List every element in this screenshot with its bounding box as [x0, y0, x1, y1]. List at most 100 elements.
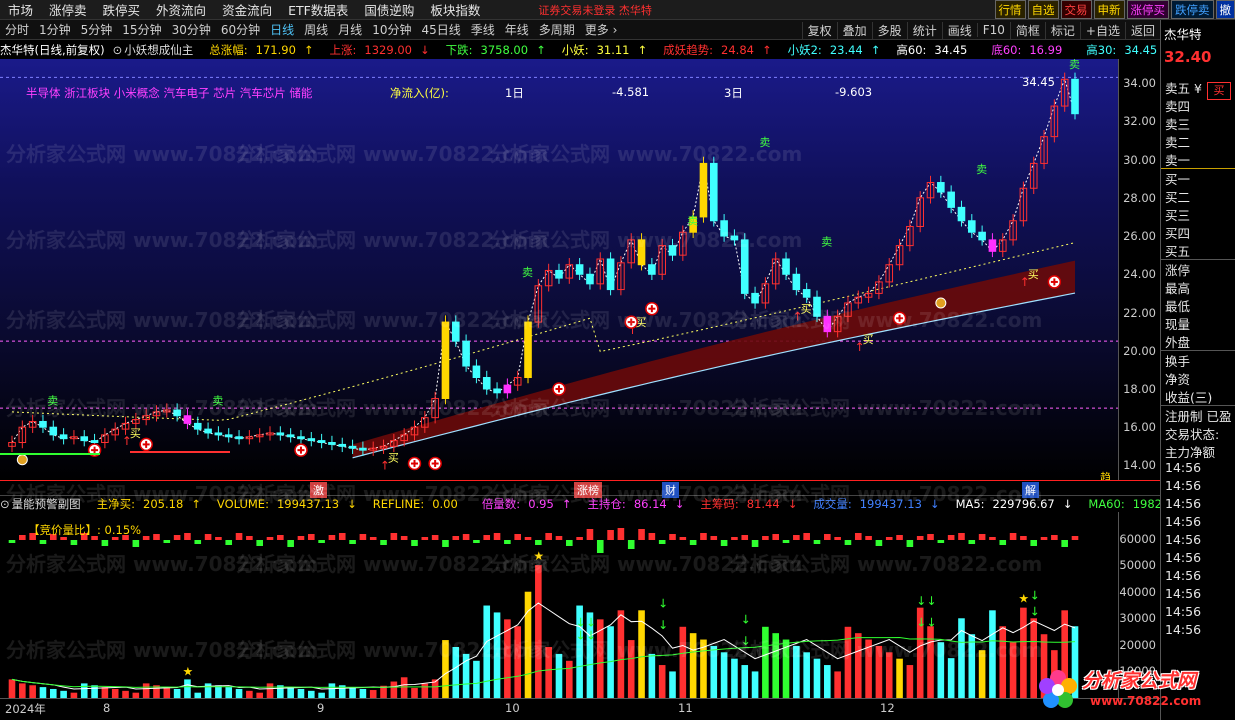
volume-bar — [906, 665, 914, 698]
auction-bar — [215, 537, 222, 540]
period-tab-8[interactable]: 月线 — [333, 21, 367, 38]
auction-bar — [462, 534, 470, 540]
chart-tool-8[interactable]: +自选 — [1079, 21, 1125, 39]
period-tab-1[interactable]: 1分钟 — [34, 21, 76, 38]
volume-bar — [658, 665, 666, 698]
candle — [441, 321, 450, 400]
period-tab-12[interactable]: 年线 — [500, 21, 534, 38]
menu-item-7[interactable]: 板块指数 — [422, 0, 488, 19]
auction-bar — [813, 540, 821, 544]
period-tab-11[interactable]: 季线 — [466, 21, 500, 38]
plus-circle-icon — [1047, 275, 1062, 289]
top-button-6[interactable]: 撤 — [1215, 0, 1235, 19]
sub-field-value: 81.44 — [746, 497, 780, 511]
main-net-row[interactable]: 主力净额 — [1161, 442, 1235, 460]
chart-tool-0[interactable]: 复权 — [801, 21, 837, 39]
candle — [286, 434, 295, 438]
main-kline-chart[interactable]: 卖卖卖卖卖卖卖卖买 ↑ 买 ↑ 买 ↑ 买 ↑ 买 ↑ 买 ↑ 半导体 浙江板块 小米概念 汽车电子 … — [0, 58, 1118, 484]
buy-button[interactable]: 买 — [1207, 82, 1231, 100]
menu-item-1[interactable]: 涨停卖 — [41, 0, 95, 19]
chart-tool-5[interactable]: F10 — [976, 23, 1010, 37]
chart-tool-7[interactable]: 标记 — [1044, 21, 1080, 39]
chart-tool-3[interactable]: 统计 — [906, 21, 942, 39]
chart-tool-1[interactable]: 叠加 — [836, 21, 872, 39]
menu-item-3[interactable]: 外资流向 — [148, 0, 214, 19]
date-tick: 2024年 — [5, 702, 46, 716]
volume-bar — [927, 626, 934, 698]
candle — [709, 162, 718, 222]
chart-tool-2[interactable]: 多股 — [871, 21, 907, 39]
candle — [740, 239, 749, 294]
period-tab-3[interactable]: 15分钟 — [117, 21, 166, 38]
top-button-5[interactable]: 跌停卖 — [1171, 0, 1214, 19]
period-tab-7[interactable]: 周线 — [299, 21, 333, 38]
volume-bar — [163, 687, 171, 698]
down-arrow-icon: ↓ — [586, 629, 596, 643]
volume-bar — [122, 690, 129, 698]
volume-bar — [266, 683, 274, 698]
auction-bar — [8, 540, 16, 543]
auction-bar — [524, 537, 532, 540]
auction-bar — [607, 530, 614, 540]
ask-level: 卖三 — [1165, 117, 1191, 132]
period-tab-5[interactable]: 60分钟 — [216, 21, 265, 38]
menu-item-6[interactable]: 国债逆购 — [356, 0, 422, 19]
top-button-3[interactable]: 申新 — [1093, 0, 1125, 19]
candle — [668, 245, 677, 256]
menu-item-5[interactable]: ETF数据表 — [280, 0, 356, 19]
auction-bar — [1040, 537, 1048, 540]
indicator-name[interactable]: ⊙ 小妖想成仙主 — [113, 42, 202, 58]
price-tick: 14.00 — [1123, 458, 1156, 473]
sell-signal-label: 卖 — [821, 236, 832, 249]
auction-bar — [555, 536, 563, 540]
period-tab-9[interactable]: 10分钟 — [367, 21, 416, 38]
top-button-0[interactable]: 行情 — [994, 0, 1026, 19]
price-tick: 34.00 — [1123, 76, 1156, 91]
candle — [751, 292, 759, 304]
sub-field-value: 199437.13 — [276, 497, 340, 511]
sub-field-value: 229796.67 — [992, 497, 1055, 511]
period-tab-6[interactable]: 日线 — [265, 21, 299, 38]
chart-tool-9[interactable]: 返回 — [1124, 21, 1160, 39]
auction-bar — [916, 536, 924, 540]
chart-tool-4[interactable]: 画线 — [941, 21, 977, 39]
period-tab-14[interactable]: 更多 › — [580, 21, 623, 38]
volume-tick: 40000 — [1119, 584, 1156, 599]
volume-bar — [648, 653, 656, 698]
top-button-1[interactable]: 自选 — [1027, 0, 1059, 19]
top-button-2[interactable]: 交易 — [1060, 0, 1092, 19]
candle — [204, 428, 212, 434]
period-tab-0[interactable]: 分时 — [0, 21, 34, 38]
auction-bar — [566, 540, 573, 546]
auction-bar — [627, 540, 635, 549]
candle — [90, 440, 99, 444]
volume-bar — [689, 633, 697, 698]
candle — [359, 447, 367, 451]
period-tab-10[interactable]: 45日线 — [416, 21, 465, 38]
volume-chart[interactable]: ★ ★ ★ ↓ ↓ ↓ ↓ ↓ ↓ ↓ ↓ ↓ ↓ ↓ ↓ ↓ ↓ 【竞价量比】: 0.15% — [0, 512, 1118, 698]
volume-bar — [854, 633, 862, 698]
sub-indicator-name[interactable]: ⊙ 量能预警副图 — [0, 496, 89, 512]
price-tick: 24.00 — [1123, 267, 1156, 282]
period-tab-13[interactable]: 多周期 — [534, 21, 580, 38]
menu-item-0[interactable]: 市场 — [0, 0, 41, 19]
auction-bar — [483, 535, 491, 540]
volume-bar — [875, 645, 883, 698]
period-tab-4[interactable]: 30分钟 — [167, 21, 216, 38]
down-arrow-icon: ↓ — [916, 615, 926, 629]
period-tab-2[interactable]: 5分钟 — [76, 21, 118, 38]
up-arrow-icon: ↑ — [380, 459, 390, 473]
auction-bar — [400, 536, 408, 540]
tick-time: 14:56 — [1165, 460, 1202, 475]
top-button-4[interactable]: 涨停买 — [1126, 0, 1169, 19]
menu-item-4[interactable]: 资金流向 — [214, 0, 280, 19]
chart-tool-6[interactable]: 简框 — [1009, 21, 1045, 39]
down-arrow-icon: ↓ — [586, 615, 596, 629]
volume-bar — [91, 685, 98, 698]
volume-bar — [937, 642, 945, 698]
auction-bar — [431, 535, 439, 540]
auction-bar — [648, 533, 656, 540]
auction-bar — [266, 537, 274, 540]
menu-item-2[interactable]: 跌停买 — [95, 0, 149, 19]
auction-bar — [710, 536, 718, 540]
